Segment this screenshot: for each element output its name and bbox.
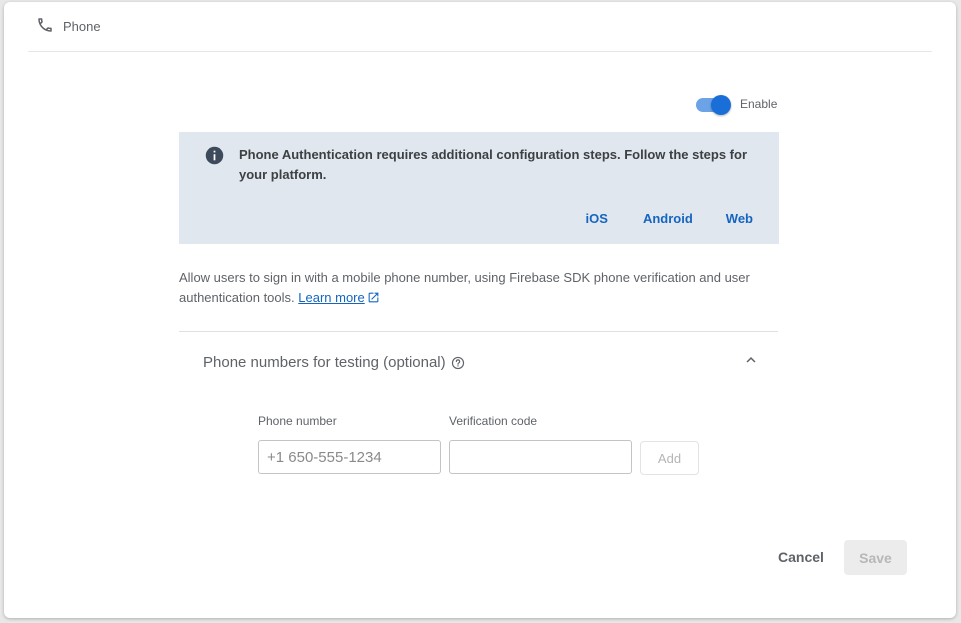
android-link[interactable]: Android [643,211,693,226]
learn-more-link[interactable]: Learn more [298,290,364,305]
help-icon[interactable] [451,356,465,370]
info-icon [205,146,224,165]
dialog-title: Phone [63,18,101,34]
info-banner-text: Phone Authentication requires additional… [239,147,747,182]
verification-code-input[interactable] [449,440,632,474]
testing-section-title: Phone numbers for testing (optional) [203,354,446,371]
provider-description: Allow users to sign in with a mobile pho… [179,268,779,308]
toggle-thumb [711,95,731,115]
phone-icon [38,17,52,32]
enable-label: Enable [740,97,778,111]
verification-code-label: Verification code [449,414,538,428]
phone-number-label: Phone number [258,414,337,428]
ios-link[interactable]: iOS [586,211,608,226]
phone-number-input[interactable] [258,440,441,474]
phone-provider-dialog: Phone Enable Phone Authentication requir… [4,2,956,618]
enable-toggle[interactable] [696,94,732,115]
enable-toggle-row: Enable [696,94,778,115]
info-banner: Phone Authentication requires additional… [179,132,779,244]
dialog-header: Phone [28,2,932,52]
save-button[interactable]: Save [844,540,907,575]
description-text: Allow users to sign in with a mobile pho… [179,270,750,305]
chevron-up-icon[interactable] [742,351,760,369]
testing-section-header: Phone numbers for testing (optional) [203,354,465,371]
cancel-button[interactable]: Cancel [768,540,834,574]
web-link[interactable]: Web [726,211,753,226]
platform-links: iOS Android Web [586,211,753,226]
section-divider [179,331,778,332]
external-link-icon [368,292,379,303]
add-button[interactable]: Add [640,441,699,475]
